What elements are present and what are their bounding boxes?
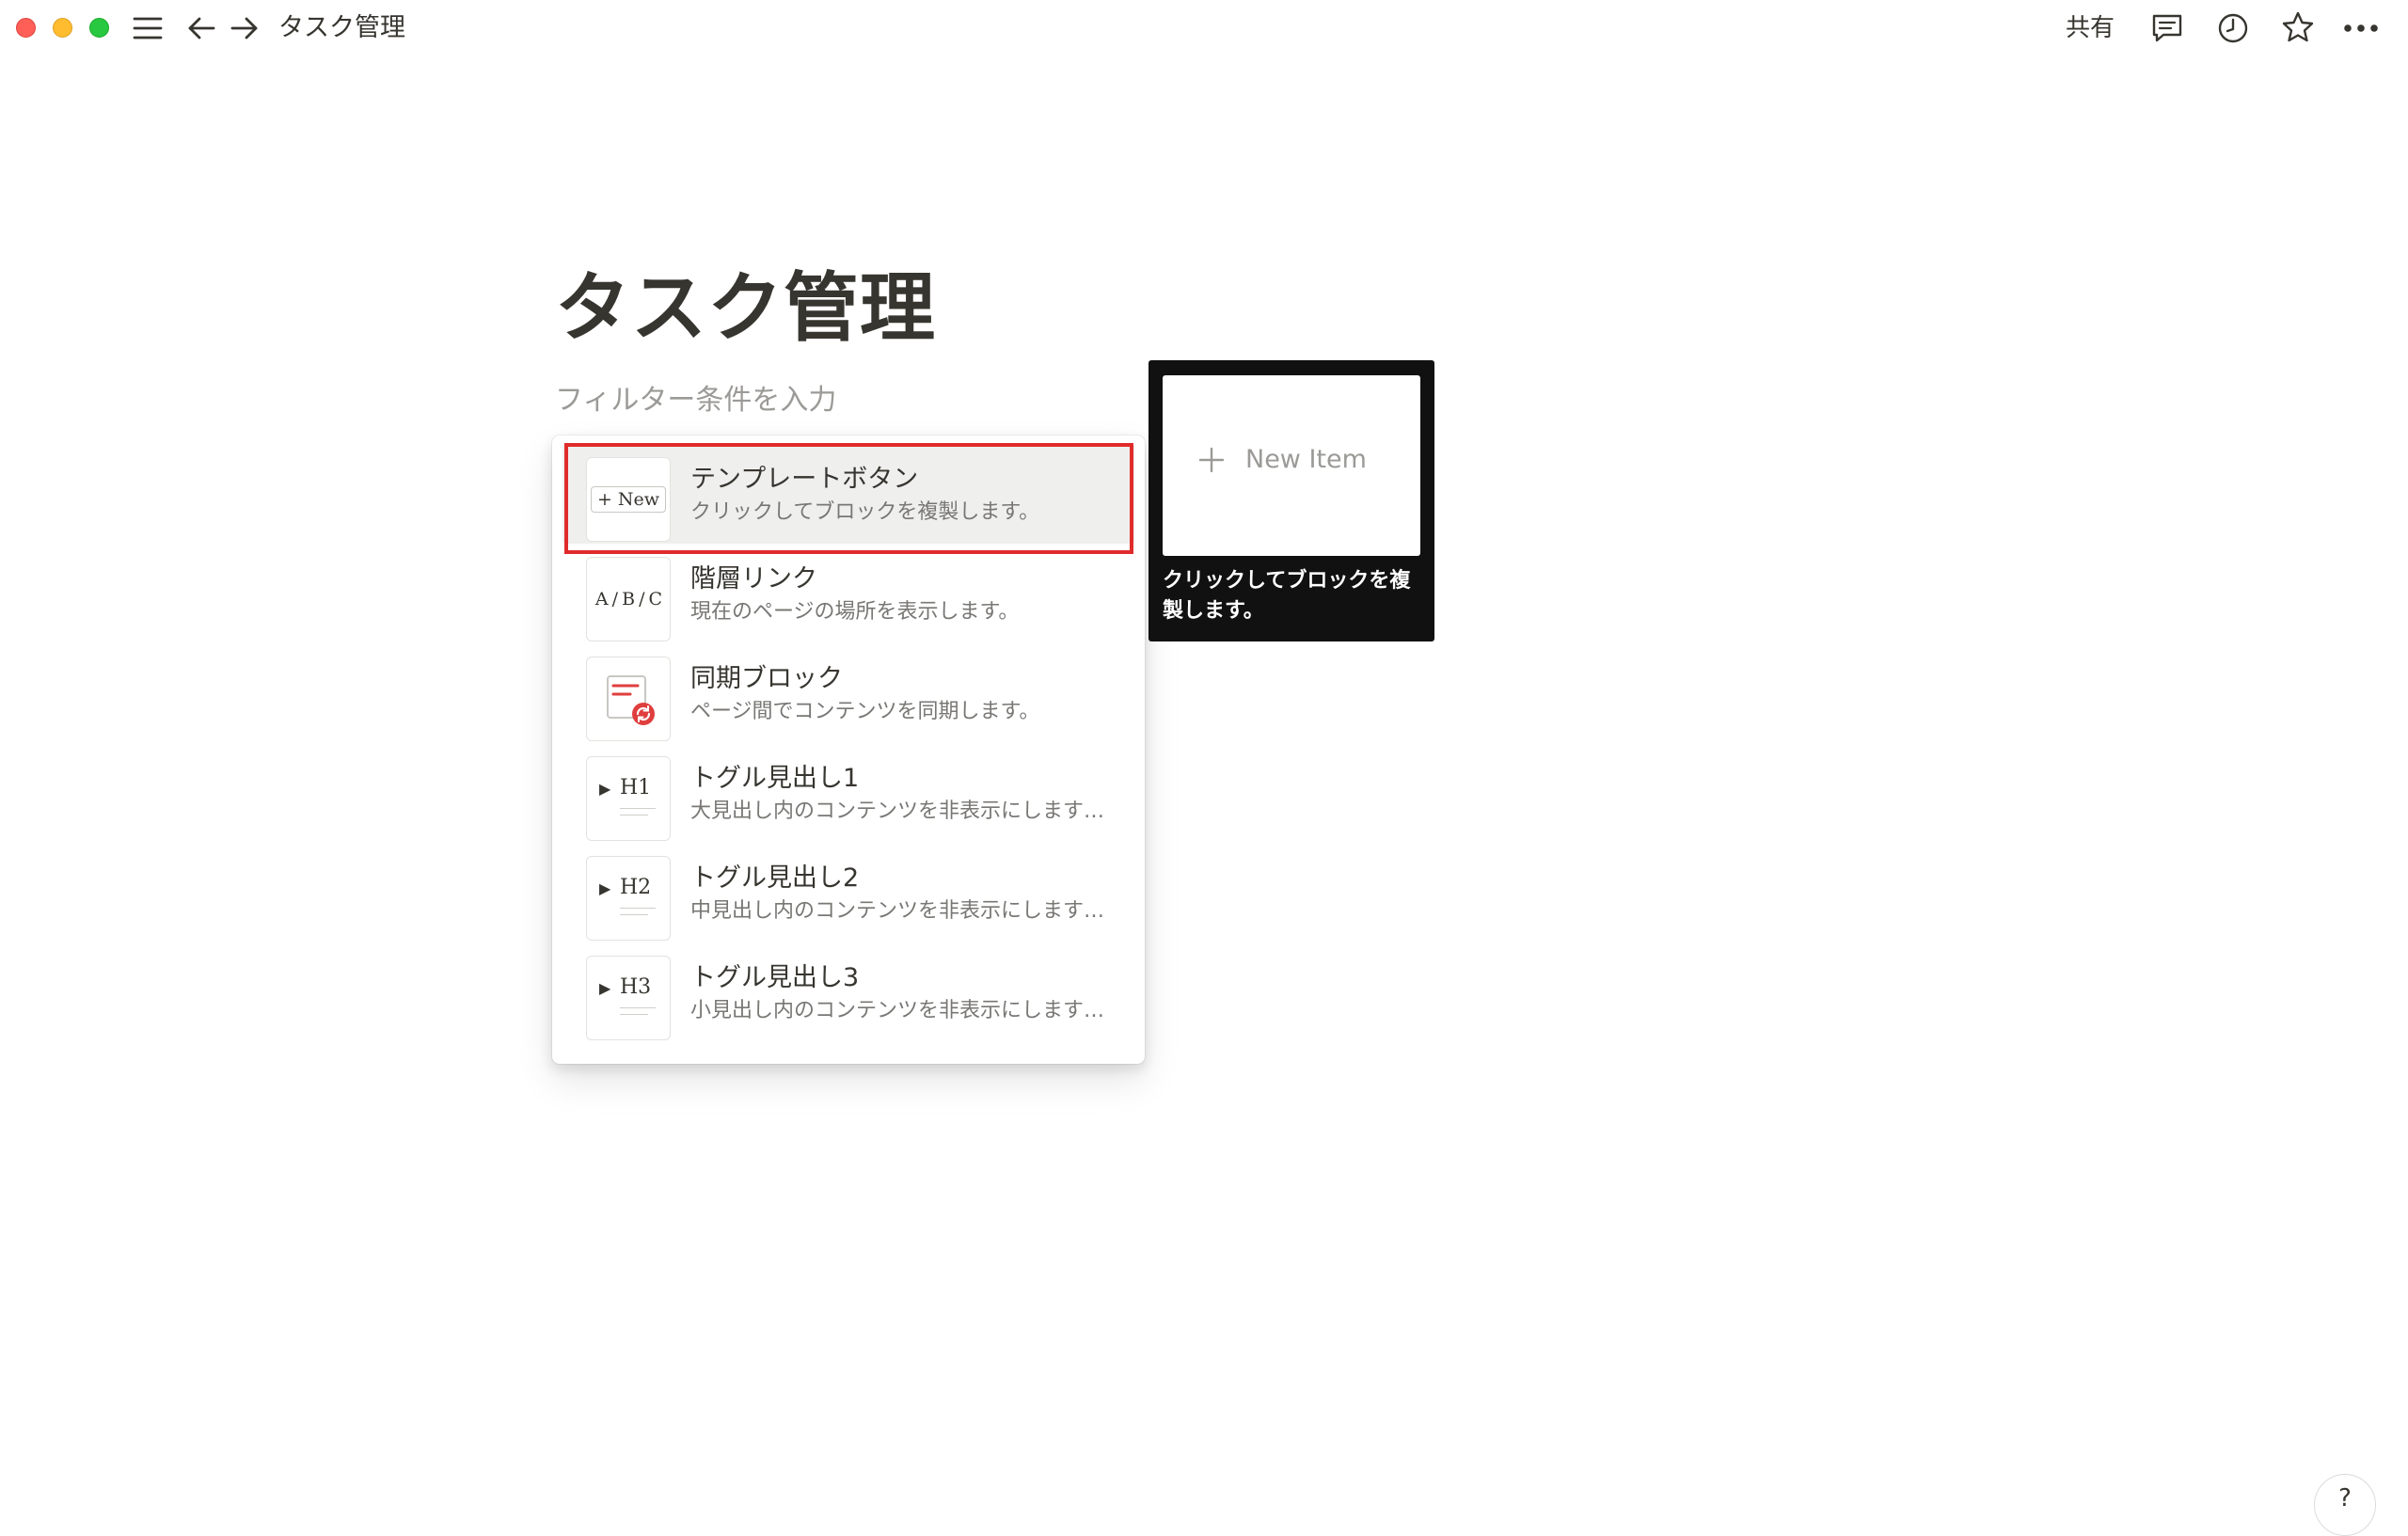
menu-item-title: トグル見出し3 (690, 963, 860, 992)
synced-block-icon (586, 657, 671, 741)
preview-description: クリックしてブロックを複製します。 (1163, 569, 1411, 623)
close-window-button[interactable] (16, 18, 36, 38)
toggle-heading-3-icon: ▶ H3 (586, 956, 671, 1040)
menu-item-template-button[interactable]: + New テンプレートボタン クリックしてブロックを複製します。 (562, 444, 1134, 544)
comment-icon (2152, 14, 2182, 42)
arrow-left-icon (188, 17, 215, 40)
more-options-button[interactable] (2342, 13, 2380, 43)
updates-button[interactable] (2216, 11, 2250, 45)
menu-item-title: トグル見出し1 (690, 764, 860, 793)
filter-input[interactable] (555, 376, 1119, 423)
sidebar-toggle-button[interactable] (132, 13, 164, 43)
forward-button[interactable] (230, 13, 260, 43)
menu-item-breadcrumb[interactable]: A / B / C 階層リンク 現在のページの場所を表示します。 (562, 544, 1134, 643)
preview-new-item: New Item (1198, 445, 1367, 474)
menu-item-toggle-heading-2[interactable]: ▶ H2 トグル見出し2 中見出し内のコンテンツを非表示にします… (562, 843, 1134, 942)
comments-button[interactable] (2150, 11, 2184, 45)
zoom-window-button[interactable] (89, 18, 109, 38)
menu-item-toggle-heading-1[interactable]: ▶ H1 トグル見出し1 大見出し内のコンテンツを非表示にします… (562, 743, 1134, 843)
menu-item-title: 同期ブロック (690, 664, 843, 693)
back-button[interactable] (186, 13, 216, 43)
favorite-button[interactable] (2280, 9, 2316, 45)
plus-icon (1198, 447, 1225, 472)
clock-icon (2218, 13, 2248, 43)
menu-item-description: 大見出し内のコンテンツを非表示にします… (690, 800, 1105, 823)
minimize-window-button[interactable] (53, 18, 72, 38)
menu-item-title: トグル見出し2 (690, 863, 860, 893)
menu-item-toggle-heading-3[interactable]: ▶ H3 トグル見出し3 小見出し内のコンテンツを非表示にします… (562, 942, 1134, 1042)
arrow-right-icon (230, 17, 258, 40)
menu-item-description: ページ間でコンテンツを同期します。 (690, 700, 1040, 723)
menu-icon (133, 17, 163, 40)
menu-item-title: テンプレートボタン (690, 465, 919, 494)
template-button-icon: + New (586, 457, 671, 542)
block-type-menu: + New テンプレートボタン クリックしてブロックを複製します。 A / B … (552, 435, 1145, 1064)
menu-item-synced-block[interactable]: 同期ブロック ページ間でコンテンツを同期します。 (562, 643, 1134, 743)
menu-item-description: クリックしてブロックを複製します。 (690, 500, 1040, 524)
sync-refresh-icon (607, 675, 655, 725)
preview-card: New Item (1163, 375, 1420, 556)
menu-item-description: 現在のページの場所を表示します。 (690, 600, 1020, 624)
help-button[interactable]: ? (2314, 1474, 2376, 1536)
breadcrumb-icon: A / B / C (586, 557, 671, 641)
toggle-heading-2-icon: ▶ H2 (586, 856, 671, 941)
breadcrumb-page-title[interactable]: タスク管理 (278, 9, 405, 47)
menu-item-title: 階層リンク (690, 564, 817, 594)
star-icon (2282, 11, 2314, 42)
more-horizontal-icon (2344, 24, 2378, 32)
menu-item-description: 中見出し内のコンテンツを非表示にします… (690, 899, 1105, 923)
toggle-heading-1-icon: ▶ H1 (586, 756, 671, 841)
page-title[interactable]: タスク管理 (555, 256, 936, 361)
menu-item-description: 小見出し内のコンテンツを非表示にします… (690, 999, 1105, 1022)
block-preview: New Item クリックしてブロックを複製します。 (1149, 360, 1434, 641)
share-button[interactable]: 共有 (2066, 9, 2115, 47)
